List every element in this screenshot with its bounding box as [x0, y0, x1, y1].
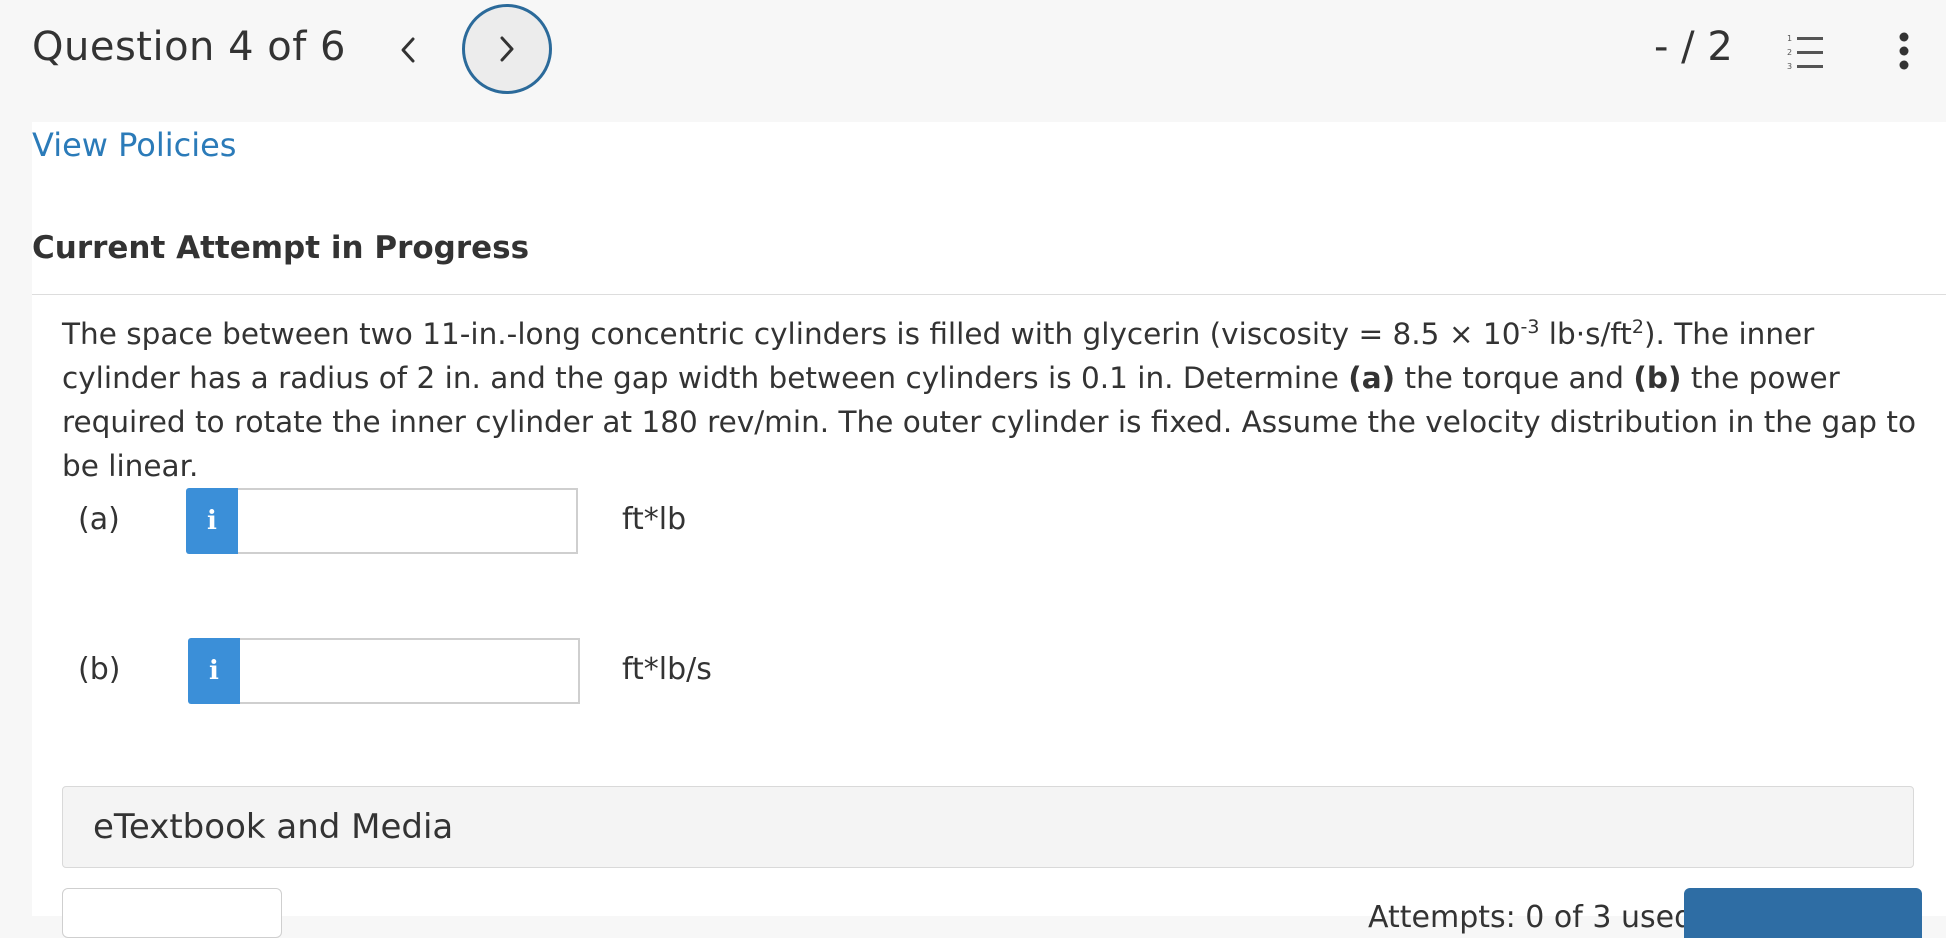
divider	[32, 294, 1946, 295]
next-question-button[interactable]	[462, 4, 552, 94]
secondary-action-button[interactable]	[62, 888, 282, 938]
problem-text: lb·s/ft	[1539, 317, 1632, 351]
answer-input-a[interactable]	[238, 488, 578, 554]
svg-text:1: 1	[1787, 34, 1792, 43]
more-vertical-icon[interactable]	[1890, 30, 1918, 72]
view-policies-link[interactable]: View Policies	[32, 126, 236, 164]
attempts-counter: Attempts: 0 of 3 used	[1368, 900, 1694, 935]
previous-question-button[interactable]	[386, 28, 430, 72]
unit-label: ft*lb/s	[622, 652, 712, 687]
answer-label: (b)	[78, 652, 121, 687]
question-score: - / 2	[1654, 24, 1733, 70]
question-counter: Question 4 of 6	[32, 24, 347, 70]
chevron-right-icon	[500, 36, 514, 62]
problem-text: the torque and	[1395, 361, 1634, 395]
etextbook-media-label: eTextbook and Media	[93, 807, 454, 847]
attempt-heading: Current Attempt in Progress	[32, 230, 530, 266]
part-b-marker: (b)	[1633, 361, 1682, 395]
info-button[interactable]: i	[186, 488, 238, 554]
part-a-marker: (a)	[1348, 361, 1396, 395]
question-panel: View Policies Current Attempt in Progres…	[32, 122, 1946, 938]
info-button[interactable]: i	[188, 638, 240, 704]
info-icon: i	[207, 506, 217, 536]
svg-text:3: 3	[1787, 62, 1792, 71]
svg-text:2: 2	[1787, 48, 1792, 57]
question-header: Question 4 of 6 - / 2 1 2 3	[0, 0, 1946, 122]
info-icon: i	[209, 656, 219, 686]
submit-answer-button[interactable]	[1684, 888, 1922, 938]
exponent: 2	[1631, 316, 1644, 339]
answer-input-b[interactable]	[240, 638, 580, 704]
problem-statement: The space between two 11-in.-long concen…	[62, 312, 1932, 488]
unit-label: ft*lb	[622, 502, 687, 537]
numbered-list-icon[interactable]: 1 2 3	[1786, 32, 1826, 72]
problem-text: The space between two 11-in.-long concen…	[62, 317, 1521, 351]
answer-label: (a)	[78, 502, 120, 537]
etextbook-media-panel[interactable]: eTextbook and Media	[62, 786, 1914, 868]
chevron-left-icon	[401, 37, 415, 63]
exponent: -3	[1520, 316, 1540, 339]
